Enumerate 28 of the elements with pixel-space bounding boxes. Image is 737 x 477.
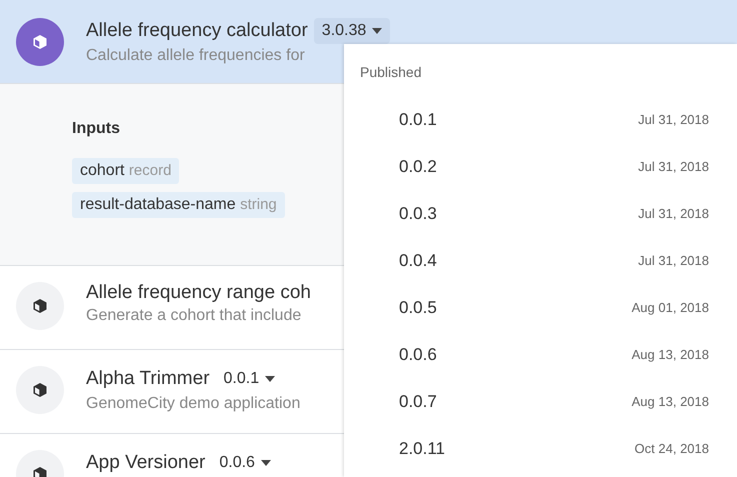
caret-icon [265,376,276,382]
version-item[interactable]: 2.0.11 Oct 24, 2018 [344,425,737,472]
app-name: Allele frequency range coh [86,282,311,304]
caret-icon [372,28,382,34]
app-name: Alpha Trimmer [86,368,210,390]
caret-icon [260,460,271,466]
app-name: Allele frequency calculator [86,20,308,42]
version-item[interactable]: 0.0.3 Jul 31, 2018 [344,190,737,237]
version-dropdown[interactable]: 0.0.6 [211,450,279,476]
app-description: Generate a cohort that include [86,307,302,325]
cube-icon [32,298,48,314]
input-tag: result-database-name string [72,192,285,218]
menu-section-label: Published [359,64,422,80]
version-item[interactable]: 0.0.7 Aug 13, 2018 [344,378,737,425]
input-tag: cohort record [72,158,180,184]
cube-icon [32,382,48,398]
app-description: GenomeCity demo application [86,395,300,413]
inputs-heading: Inputs [72,120,120,138]
version-item[interactable]: 0.0.6 Aug 13, 2018 [344,331,737,378]
app-description: Calculate allele frequencies for [86,47,306,65]
version-item[interactable]: 0.0.4 Jul 31, 2018 [344,237,737,284]
version-item[interactable]: 0.0.1 Jul 31, 2018 [344,96,737,143]
version-dropdown[interactable]: 0.0.1 [216,366,284,392]
version-item[interactable]: 0.0.5 Aug 01, 2018 [344,284,737,331]
cube-icon [32,34,48,50]
app-name: App Versioner [86,452,206,474]
version-item[interactable]: 0.0.2 Jul 31, 2018 [344,143,737,190]
version-dropdown[interactable]: 3.0.38 [314,18,390,44]
